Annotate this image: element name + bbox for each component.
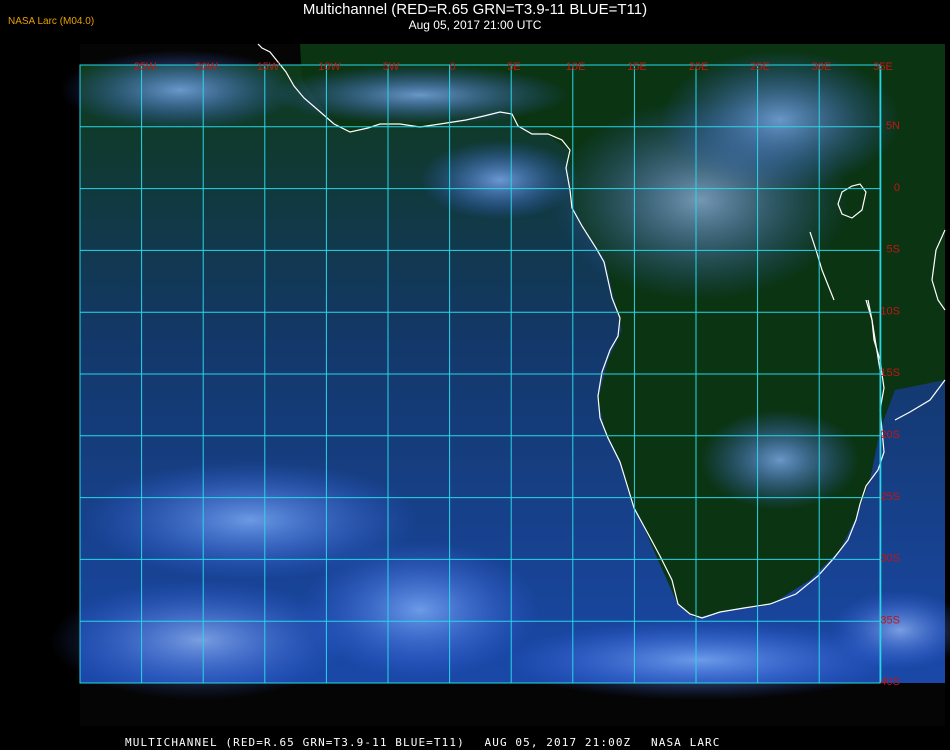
lat-label: 10S	[880, 305, 900, 317]
lon-label: 35E	[873, 61, 893, 73]
footer-caption: MULTICHANNEL (RED=R.65 GRN=T3.9-11 BLUE=…	[125, 736, 733, 749]
lon-label: 10E	[566, 61, 586, 73]
lat-label: 20S	[880, 429, 900, 441]
satellite-map: 25W 20W 15W 10W 5W 0 5E 10E 15E 20E 25E 30E 35E 5N 0 5…	[50, 43, 950, 726]
lon-label: 5W	[383, 61, 400, 73]
lon-label: 20W	[195, 61, 218, 73]
lat-label: 35S	[880, 614, 900, 626]
lon-label: 25E	[750, 61, 770, 73]
lon-label: 15W	[257, 61, 280, 73]
lat-label: 5N	[886, 120, 900, 132]
lat-label: 0	[894, 182, 900, 194]
lon-label: 0	[449, 61, 455, 73]
footer-source: NASA LARC	[651, 736, 721, 749]
lon-label: 5E	[507, 61, 520, 73]
lat-label: 25S	[880, 491, 900, 503]
footer-product: MULTICHANNEL (RED=R.65 GRN=T3.9-11 BLUE=…	[125, 736, 465, 749]
lat-label: 5S	[887, 244, 900, 256]
lon-label: 30E	[812, 61, 832, 73]
lon-label: 15E	[627, 61, 647, 73]
lat-label: 40S	[880, 676, 900, 688]
footer-date: AUG 05, 2017 21:00Z	[484, 736, 632, 749]
lat-label: 15S	[880, 367, 900, 379]
lat-label: 30S	[880, 553, 900, 565]
lon-label: 25W	[134, 61, 157, 73]
lon-label: 20E	[689, 61, 709, 73]
lon-label: 10W	[318, 61, 341, 73]
